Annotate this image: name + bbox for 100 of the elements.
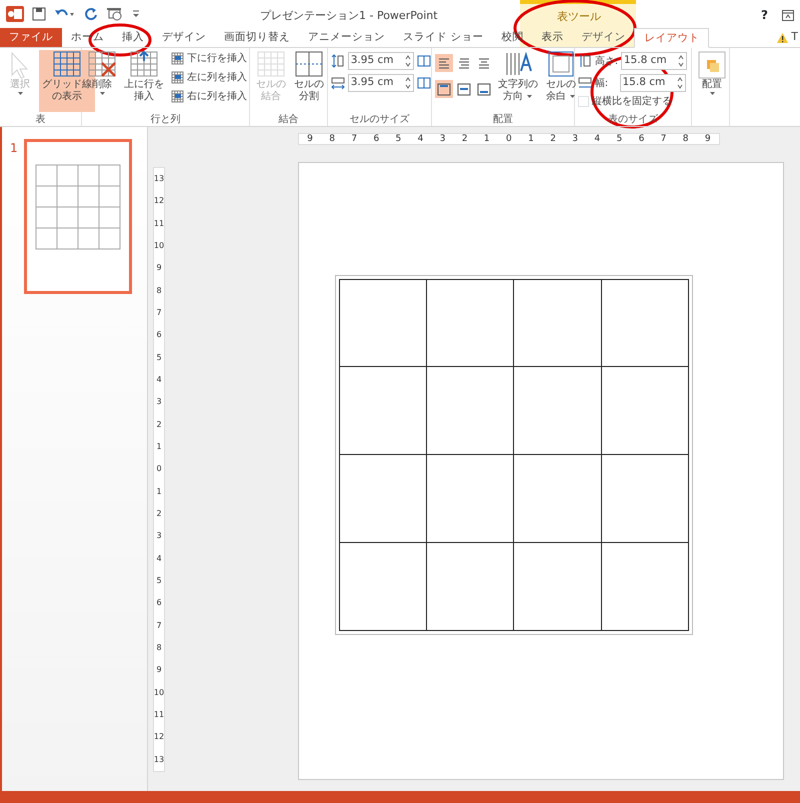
redo-icon[interactable]: [84, 7, 98, 21]
ruler-number: 1: [156, 488, 162, 496]
ruler-number: 9: [156, 264, 162, 272]
ribbon-button[interactable]: セルの 分割: [291, 50, 327, 112]
ribbon-button[interactable]: 上に行を 挿入: [121, 50, 167, 112]
ruler-number: 8: [156, 286, 162, 295]
ruler-number: 8: [156, 644, 162, 652]
slideshow-icon[interactable]: [106, 7, 124, 21]
ruler-number: 1: [156, 443, 162, 452]
ruler-number: 2: [462, 134, 468, 144]
customize-icon[interactable]: [132, 10, 140, 18]
ruler-number: 8: [329, 134, 335, 144]
ribbon-tab[interactable]: 表示: [532, 28, 572, 47]
ruler-number: 5: [616, 134, 622, 144]
table-merge-icon: [257, 51, 285, 79]
slide-number: 1: [10, 140, 18, 157]
slide-thumbnail[interactable]: [24, 139, 132, 294]
ribbon-button[interactable]: 右に列を挿入: [169, 88, 249, 105]
caret-icon: [569, 94, 576, 99]
group-label: 配置: [492, 112, 514, 126]
ribbon-button[interactable]: 配置: [695, 50, 729, 112]
spin-field[interactable]: 3.95 cm: [348, 52, 414, 70]
ruler-number: 1: [484, 134, 490, 144]
spin-field[interactable]: 3.95 cm: [348, 74, 414, 92]
ribbon-tab[interactable]: デザイン: [153, 28, 215, 47]
ruler-number: 4: [156, 376, 162, 384]
table-height-icon: [578, 54, 592, 68]
ribbon-tab[interactable]: 挿入: [113, 28, 153, 47]
ribbon-button[interactable]: 文字列の 方向: [495, 50, 541, 112]
caret-icon: [708, 91, 716, 96]
ruler-number: 2: [156, 510, 162, 518]
ribbon-tab[interactable]: 画面切り替え: [215, 28, 299, 47]
caret-icon: [526, 94, 534, 99]
ruler-number: 9: [704, 134, 711, 144]
distribute-columns-icon[interactable]: [416, 77, 430, 89]
insert-row-below-icon: [171, 52, 184, 65]
ruler-number: 5: [396, 134, 402, 144]
account-name[interactable]: T: [791, 29, 798, 46]
ruler-number: 7: [156, 622, 162, 630]
group-label: 結合: [278, 113, 300, 126]
row-height-icon: [331, 54, 345, 68]
ruler-number: 3: [156, 398, 162, 406]
help-button[interactable]: ?: [761, 6, 768, 24]
contextual-tab-label: 表ツール: [557, 9, 601, 25]
ruler-number: 11: [154, 220, 164, 228]
ruler-number: 2: [550, 134, 556, 144]
ruler-number: 7: [660, 134, 666, 144]
spin-field[interactable]: 15.8 cm: [620, 52, 687, 70]
caret-icon: [16, 91, 24, 96]
spin-field[interactable]: 15.8 cm: [620, 74, 686, 92]
ruler-number: 5: [156, 354, 162, 362]
table-width-icon: [578, 76, 592, 90]
field-label: 幅:: [594, 76, 610, 90]
insert-row-above-icon: [130, 51, 158, 79]
column-width-icon: [331, 76, 345, 90]
caret-icon: [98, 91, 106, 96]
ruler-number: 13: [154, 756, 164, 764]
spin-arrows-icon: [676, 77, 682, 89]
ribbon-button: セルの 結合: [253, 50, 289, 112]
arrange-icon: [698, 51, 726, 79]
ruler-number: 4: [594, 134, 600, 144]
checkbox[interactable]: [578, 96, 589, 107]
ruler-number: 3: [572, 134, 578, 144]
ruler-number: 4: [156, 554, 162, 563]
spin-arrows-icon: [678, 55, 684, 67]
cell-margins-icon: [547, 51, 576, 79]
ribbon-tab[interactable]: ファイル: [0, 28, 62, 47]
ruler-number: 6: [156, 331, 162, 340]
ruler-number: 7: [351, 134, 358, 144]
ruler-number: 13: [154, 175, 164, 184]
table-drawing[interactable]: [335, 275, 693, 635]
ruler-number: 1: [528, 134, 534, 144]
ribbon-button[interactable]: 左に列を挿入: [169, 69, 249, 86]
ribbon-tab[interactable]: スライド ショー: [394, 28, 492, 47]
ribbon-button[interactable]: 下に行を挿入: [169, 50, 249, 67]
spin-arrows-icon: [404, 77, 411, 89]
ribbon-display-icon[interactable]: [782, 10, 794, 20]
ribbon-tab[interactable]: アニメーション: [299, 28, 394, 47]
ribbon-button[interactable]: セルの 余白: [543, 50, 580, 112]
ribbon-button: 選択: [3, 50, 37, 112]
ribbon-tab[interactable]: レイアウト: [634, 28, 710, 48]
ruler-number: 5: [156, 577, 162, 586]
warning-icon: [776, 32, 789, 44]
align-left-icon[interactable]: [435, 54, 453, 72]
ribbon-tab[interactable]: ホーム: [62, 28, 113, 47]
annotation-ellipse: [88, 24, 152, 56]
ribbon-tab[interactable]: デザイン: [572, 28, 634, 47]
ruler-number: 12: [154, 197, 164, 206]
window-title: プレゼンテーション1 - PowerPoint: [260, 8, 438, 24]
distribute-rows-icon[interactable]: [416, 55, 430, 67]
ruler-number: 11: [154, 711, 164, 720]
ruler-number: 12: [154, 733, 164, 742]
ruler-number: 10: [154, 242, 164, 250]
save-icon[interactable]: [32, 7, 46, 21]
ruler-number: 10: [154, 688, 164, 697]
group-label: セルのサイズ: [348, 113, 410, 126]
align-top-icon[interactable]: [435, 80, 453, 98]
ruler-number: 9: [156, 666, 162, 674]
ruler-number: 6: [638, 134, 644, 144]
ruler-number: 7: [156, 309, 162, 318]
